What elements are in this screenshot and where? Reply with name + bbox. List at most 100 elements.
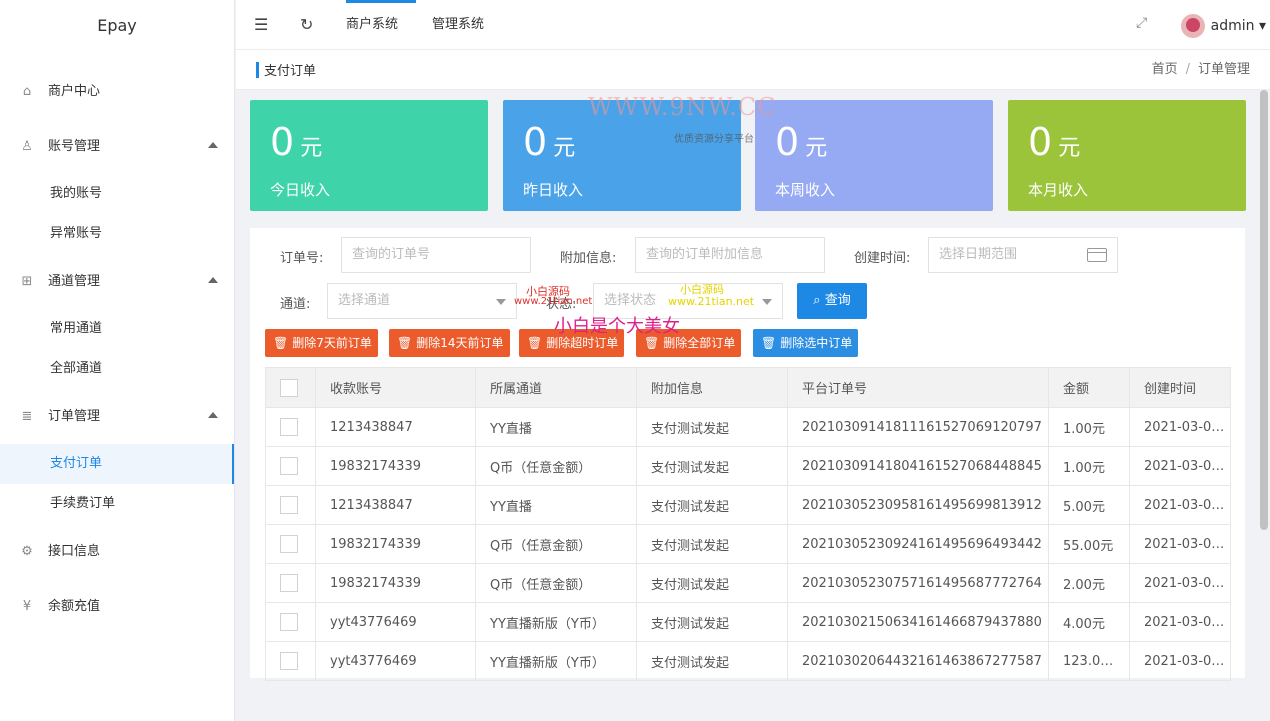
table-row[interactable]: yyt43776469 YY直播新版（Y币） 支付测试发起 2021030206443… <box>265 641 1231 681</box>
column-header[interactable]: 收款账号 <box>315 367 476 408</box>
chevron-down-icon <box>762 299 772 305</box>
row-checkbox[interactable] <box>280 652 298 670</box>
user-menu[interactable]: admin ▾ <box>1180 14 1266 38</box>
table-cell: 4.00元 <box>1048 602 1130 642</box>
column-header[interactable]: 创建时间 <box>1129 367 1231 408</box>
table-cell: 1.00元 <box>1048 407 1130 447</box>
sidebar-menu: ⌂ 商户中心 ♙ 账号管理 我的账号 异常账号 ⊞ 通道管理 常用通道 全部通道… <box>0 64 234 634</box>
breadcrumb-current: 订单管理 <box>1197 62 1250 77</box>
table-cell: Q币（任意金额） <box>475 563 637 603</box>
trash-icon: 🗑 <box>527 336 543 350</box>
query-button-label: 查询 <box>824 293 851 308</box>
trash-icon: 🗑 <box>397 336 413 350</box>
sidebar-item-channel[interactable]: ⊞ 通道管理 <box>0 254 234 309</box>
table-cell: YY直播新版（Y币） <box>475 641 637 681</box>
table-cell: YY直播 <box>475 407 637 447</box>
title-accent-bar <box>256 62 259 78</box>
sidebar-item-merchant-center[interactable]: ⌂ 商户中心 <box>0 64 234 119</box>
chevron-down-icon <box>496 299 506 305</box>
table-cell: yyt43776469 <box>315 641 476 681</box>
delete-14-days-button[interactable]: 🗑 删除14天前订单 <box>389 329 510 357</box>
delete-timeout-button[interactable]: 🗑 删除超时订单 <box>519 329 625 357</box>
tab-merchant-system[interactable]: 商户系统 <box>346 0 398 50</box>
column-header[interactable]: 金额 <box>1048 367 1130 408</box>
table-cell: 2021-03-09 1 <box>1129 446 1231 486</box>
table-cell: 20210302064432161463867277587 <box>787 641 1049 681</box>
table-cell: 19832174339 <box>315 446 476 486</box>
row-checkbox[interactable] <box>280 613 298 631</box>
select-all-checkbox[interactable] <box>280 378 298 397</box>
date-range-input[interactable]: 选择日期范围 <box>928 237 1118 273</box>
extra-info-label: 附加信息: <box>560 251 617 266</box>
table-cell: 支付测试发起 <box>636 641 788 681</box>
button-label: 删除全部订单 <box>663 336 736 350</box>
table-row[interactable]: 1213438847 YY直播 支付测试发起 20210309141811161527… <box>265 407 1231 447</box>
caret-down-icon: ▾ <box>1258 18 1266 34</box>
top-bar: ☰ ↻ 商户系统 管理系统 ⤢ admin ▾ <box>236 0 1270 50</box>
query-button[interactable]: ⌕ 查询 <box>797 283 867 319</box>
order-no-label: 订单号: <box>280 251 324 266</box>
sidebar-item-recharge[interactable]: ¥ 余额充值 <box>0 579 234 634</box>
select-all-cell <box>265 367 316 408</box>
collapse-menu-icon[interactable]: ☰ <box>254 15 268 34</box>
table-cell: 20210305230924161495696493442 <box>787 524 1049 564</box>
table-row[interactable]: 19832174339 Q币（任意金额） 支付测试发起 202103091418041… <box>265 446 1231 486</box>
table-cell: 支付测试发起 <box>636 407 788 447</box>
column-header[interactable]: 所属通道 <box>475 367 637 408</box>
order-no-input[interactable]: 查询的订单号 <box>341 237 531 273</box>
sidebar-subitem-all-channel[interactable]: 全部通道 <box>0 349 234 389</box>
sidebar-item-orders[interactable]: ≣ 订单管理 <box>0 389 234 444</box>
table-row[interactable]: 19832174339 Q币（任意金额） 支付测试发起 202103052309241… <box>265 524 1231 564</box>
delete-selected-button[interactable]: 🗑 删除选中订单 <box>753 329 859 357</box>
calendar-icon <box>1087 248 1107 262</box>
tab-admin-system[interactable]: 管理系统 <box>432 0 484 50</box>
yen-icon: ¥ <box>22 599 32 614</box>
apps-icon: ⊞ <box>21 274 33 289</box>
row-checkbox[interactable] <box>280 496 298 514</box>
table-cell: 19832174339 <box>315 563 476 603</box>
table-cell: 支付测试发起 <box>636 602 788 642</box>
stat-amount: 0 <box>1028 120 1053 164</box>
fullscreen-icon[interactable]: ⤢ <box>1136 15 1147 31</box>
column-header[interactable]: 附加信息 <box>636 367 788 408</box>
delete-7-days-button[interactable]: 🗑 删除7天前订单 <box>265 329 378 357</box>
list-icon: ≣ <box>21 409 33 424</box>
stat-label: 本周收入 <box>775 181 836 199</box>
sidebar-item-label: 账号管理 <box>48 139 101 154</box>
sidebar-subitem-pay-orders[interactable]: 支付订单 <box>0 444 234 484</box>
orders-panel: 订单号: 查询的订单号 附加信息: 查询的订单附加信息 创建时间: 选择日期范围… <box>250 228 1245 681</box>
refresh-icon[interactable]: ↻ <box>300 15 313 34</box>
row-select-cell <box>265 563 316 603</box>
table-row[interactable]: 1213438847 YY直播 支付测试发起 20210305230958161495… <box>265 485 1231 525</box>
trash-icon: 🗑 <box>761 336 777 350</box>
sidebar-subitem-fee-orders[interactable]: 手续费订单 <box>0 484 234 524</box>
main-area: ☰ ↻ 商户系统 管理系统 ⤢ admin ▾ 支付订单 首页 / 订单管理 0元 … <box>236 0 1270 721</box>
column-header[interactable]: 平台订单号 <box>787 367 1049 408</box>
table-header-row: 收款账号 所属通道 附加信息 平台订单号 金额 创建时间 <box>265 367 1231 408</box>
sidebar-subitem-common-channel[interactable]: 常用通道 <box>0 309 234 349</box>
sidebar-subitem-abnormal-account[interactable]: 异常账号 <box>0 214 234 254</box>
table-cell: 1213438847 <box>315 485 476 525</box>
row-checkbox[interactable] <box>280 418 298 436</box>
extra-info-input[interactable]: 查询的订单附加信息 <box>635 237 825 273</box>
table-cell: 2021-03-02 1 <box>1129 602 1231 642</box>
status-select[interactable]: 选择状态 <box>593 283 783 319</box>
scrollbar[interactable] <box>1260 90 1268 530</box>
sidebar-subitem-my-account[interactable]: 我的账号 <box>0 174 234 214</box>
sidebar-item-api-info[interactable]: ⚙ 接口信息 <box>0 524 234 579</box>
stat-label: 本月收入 <box>1028 181 1089 199</box>
row-checkbox[interactable] <box>280 574 298 592</box>
row-select-cell <box>265 485 316 525</box>
delete-all-button[interactable]: 🗑 删除全部订单 <box>636 329 742 357</box>
sidebar-item-account[interactable]: ♙ 账号管理 <box>0 119 234 174</box>
chevron-up-icon <box>208 277 218 283</box>
breadcrumb-home[interactable]: 首页 <box>1152 62 1178 77</box>
table-cell: 2.00元 <box>1048 563 1130 603</box>
table-cell: 2021-03-05 2 <box>1129 563 1231 603</box>
table-row[interactable]: 19832174339 Q币（任意金额） 支付测试发起 202103052307571… <box>265 563 1231 603</box>
stat-card-today: 0元 今日收入 <box>250 100 488 211</box>
row-checkbox[interactable] <box>280 535 298 553</box>
row-checkbox[interactable] <box>280 457 298 475</box>
channel-select[interactable]: 选择通道 <box>327 283 517 319</box>
table-row[interactable]: yyt43776469 YY直播新版（Y币） 支付测试发起 2021030215063… <box>265 602 1231 642</box>
